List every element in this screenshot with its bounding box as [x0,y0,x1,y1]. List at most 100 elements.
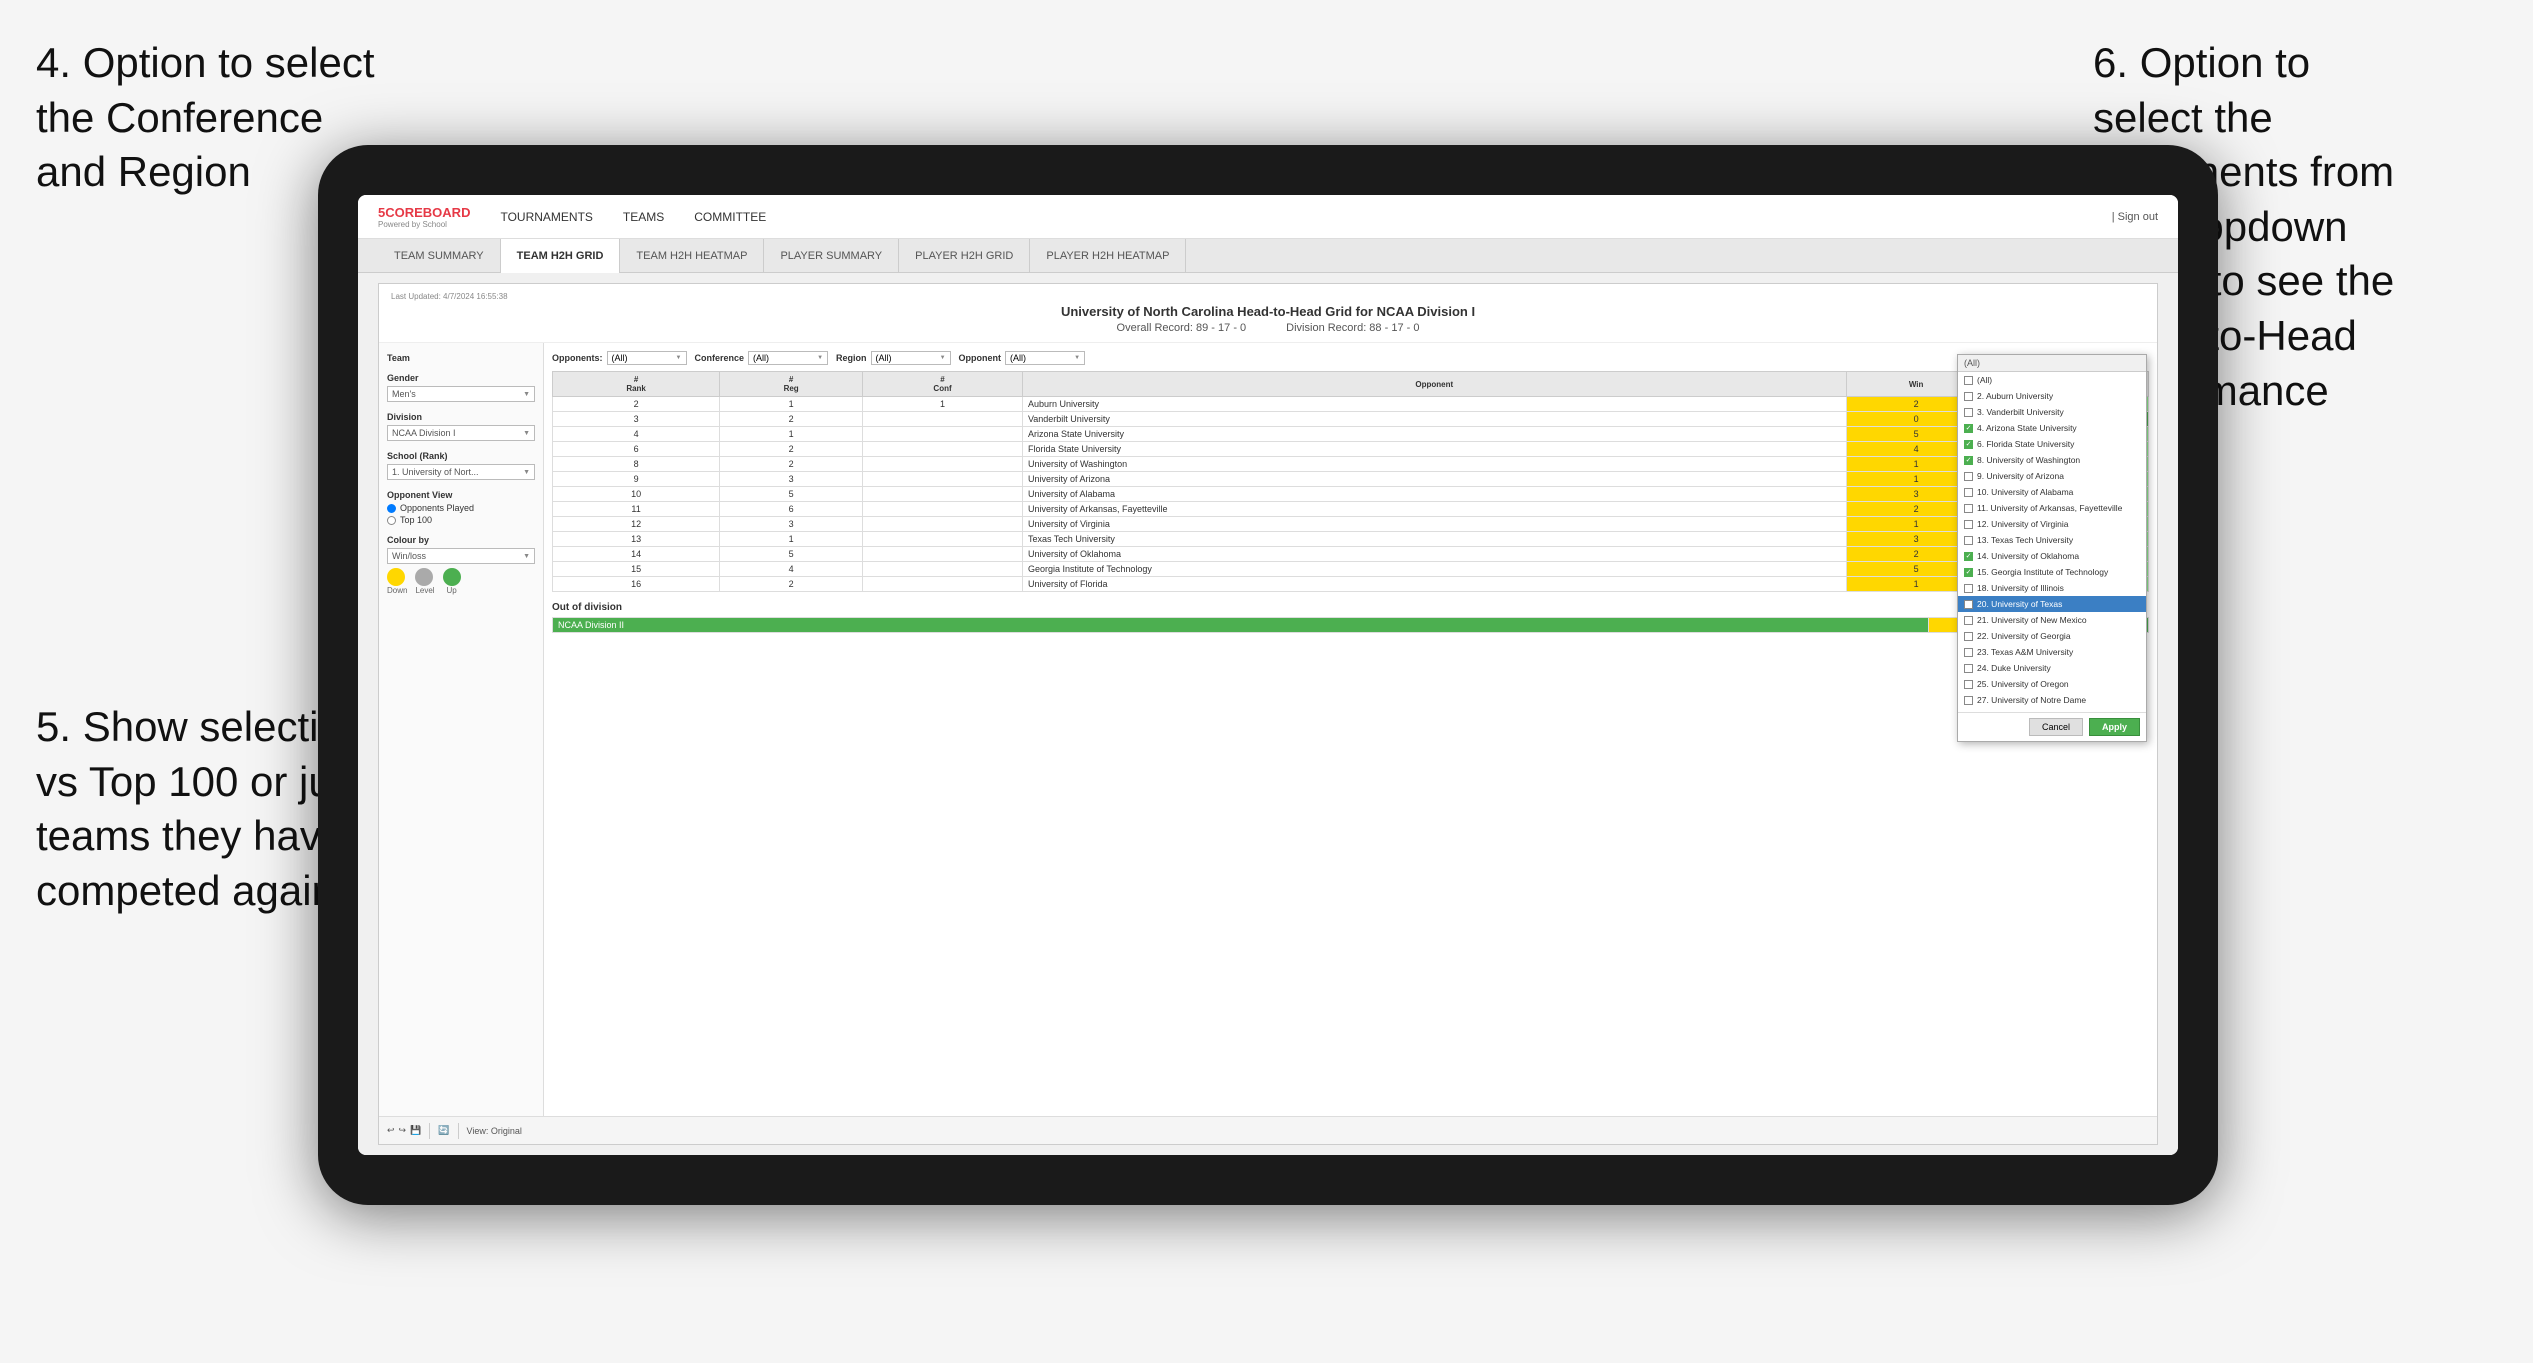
table-row: 10 5 University of Alabama 3 0 [553,487,2149,502]
dropdown-item[interactable]: ✓6. Florida State University [1958,436,2146,452]
dropdown-item[interactable]: 9. University of Arizona [1958,468,2146,484]
nav-teams[interactable]: TEAMS [623,210,664,224]
dropdown-item[interactable]: 2. Auburn University [1958,388,2146,404]
checkbox[interactable] [1964,536,1973,545]
dropdown-item[interactable]: 11. University of Arkansas, Fayetteville [1958,500,2146,516]
toolbar-refresh[interactable]: 🔄 [438,1125,449,1136]
dropdown-item[interactable]: ✓ 4. Arizona State University [1958,420,2146,436]
dropdown-item[interactable]: 24. Duke University [1958,660,2146,676]
team-section: Team [387,353,535,363]
dropdown-item[interactable]: 18. University of Illinois [1958,580,2146,596]
region-select[interactable]: (All) [871,351,951,365]
dropdown-item[interactable]: 12. University of Virginia [1958,516,2146,532]
checkbox[interactable]: ✓ [1964,456,1973,465]
cell-opponent: Vanderbilt University [1022,412,1846,427]
gender-select[interactable]: Men's [387,386,535,402]
checkbox[interactable]: ✓ [1964,440,1973,449]
opponent-dropdown[interactable]: (All) (All) 2. Auburn University 3. Vander… [1957,354,2147,742]
cell-rank: 13 [553,532,720,547]
dropdown-item-label: 2. Auburn University [1977,391,2053,401]
dropdown-item[interactable]: ✓15. Georgia Institute of Technology [1958,564,2146,580]
dropdown-list[interactable]: (All) 2. Auburn University 3. Vanderbilt U… [1958,372,2146,712]
table-row: 6 2 Florida State University 4 2 [553,442,2149,457]
checkbox[interactable] [1964,376,1973,385]
cancel-button[interactable]: Cancel [2029,718,2083,736]
checkbox[interactable] [1964,504,1973,513]
opponents-filter: Opponents: (All) [552,351,687,365]
division-section: Division NCAA Division I [387,412,535,441]
dropdown-item-label: 11. University of Arkansas, Fayetteville [1977,503,2122,513]
report-sidebar: Team Gender Men's Division NCAA Division… [379,343,544,1123]
dropdown-item[interactable]: 22. University of Georgia [1958,628,2146,644]
cell-rank: 16 [553,577,720,592]
division-select[interactable]: NCAA Division I [387,425,535,441]
school-select[interactable]: 1. University of Nort... [387,464,535,480]
nav-signout[interactable]: | Sign out [2112,211,2158,223]
checkbox[interactable] [1964,712,1973,713]
subnav-h2h-grid[interactable]: TEAM H2H GRID [501,239,621,273]
checkbox[interactable] [1964,408,1973,417]
subnav-team-heatmap[interactable]: TEAM H2H HEATMAP [620,239,764,273]
dropdown-item[interactable]: 27. University of Notre Dame [1958,692,2146,708]
checkbox[interactable] [1964,632,1973,641]
nav-tournaments[interactable]: TOURNAMENTS [500,210,592,224]
checkbox[interactable]: ✓ [1964,424,1973,433]
data-table: #Rank #Reg #Conf Opponent Win Loss 2 1 [552,371,2149,592]
cell-conf [863,547,1023,562]
dropdown-footer: Cancel Apply [1958,712,2146,741]
checkbox[interactable] [1964,472,1973,481]
checkbox[interactable] [1964,680,1973,689]
checkbox[interactable]: ✓ [1964,568,1973,577]
top-100-option[interactable]: Top 100 [387,515,535,525]
checkbox[interactable] [1964,488,1973,497]
cell-opponent: University of Arkansas, Fayetteville [1022,502,1846,517]
checkbox[interactable] [1964,392,1973,401]
dropdown-item[interactable]: (All) [1958,372,2146,388]
dropdown-item[interactable]: ✓ 14. University of Oklahoma [1958,548,2146,564]
cell-reg: 4 [720,562,863,577]
subnav-player-h2h-grid[interactable]: PLAYER H2H GRID [899,239,1030,273]
checkbox[interactable] [1964,616,1973,625]
colour-select[interactable]: Win/loss [387,548,535,564]
checkbox[interactable] [1964,584,1973,593]
col-conf: #Conf [863,372,1023,397]
subnav-team-summary[interactable]: TEAM SUMMARY [378,239,501,273]
toolbar-redo[interactable]: ↪ [399,1125,407,1136]
colour-down [387,568,405,586]
subnav-player-summary[interactable]: PLAYER SUMMARY [764,239,899,273]
checkbox[interactable] [1964,600,1973,609]
opponents-select[interactable]: (All) [607,351,687,365]
dropdown-item[interactable]: 3. Vanderbilt University [1958,404,2146,420]
cell-opponent: Auburn University [1022,397,1846,412]
checkbox[interactable] [1964,520,1973,529]
dropdown-item[interactable]: ✓8. University of Washington [1958,452,2146,468]
toolbar-undo[interactable]: ↩ [387,1125,395,1136]
apply-button[interactable]: Apply [2089,718,2140,736]
checkbox[interactable] [1964,696,1973,705]
cell-reg: 5 [720,487,863,502]
table-row: 8 2 University of Washington 1 0 [553,457,2149,472]
dropdown-item[interactable]: 25. University of Oregon [1958,676,2146,692]
toolbar-save[interactable]: 💾 [410,1125,421,1136]
dropdown-item-label: 14. University of Oklahoma [1977,551,2079,561]
subnav-player-heatmap[interactable]: PLAYER H2H HEATMAP [1030,239,1186,273]
dropdown-item[interactable]: 21. University of New Mexico [1958,612,2146,628]
cell-conf [863,577,1023,592]
conference-select[interactable]: (All) [748,351,828,365]
colour-up [443,568,461,586]
checkbox[interactable]: ✓ [1964,552,1973,561]
dropdown-item[interactable]: 10. University of Alabama [1958,484,2146,500]
dropdown-item[interactable]: 20. University of Texas [1958,596,2146,612]
nav-committee[interactable]: COMMITTEE [694,210,766,224]
dropdown-item[interactable]: 23. Texas A&M University [1958,644,2146,660]
checkbox[interactable] [1964,648,1973,657]
cell-opponent: Arizona State University [1022,427,1846,442]
opponent-select[interactable]: (All) [1005,351,1085,365]
dropdown-item[interactable]: 13. Texas Tech University [1958,532,2146,548]
opponents-played-option[interactable]: Opponents Played [387,503,535,513]
dropdown-item-label: 4. Arizona State University [1977,423,2077,433]
opponents-played-radio[interactable] [387,504,396,513]
checkbox[interactable] [1964,664,1973,673]
table-row: 9 3 University of Arizona 1 0 [553,472,2149,487]
top-100-radio[interactable] [387,516,396,525]
